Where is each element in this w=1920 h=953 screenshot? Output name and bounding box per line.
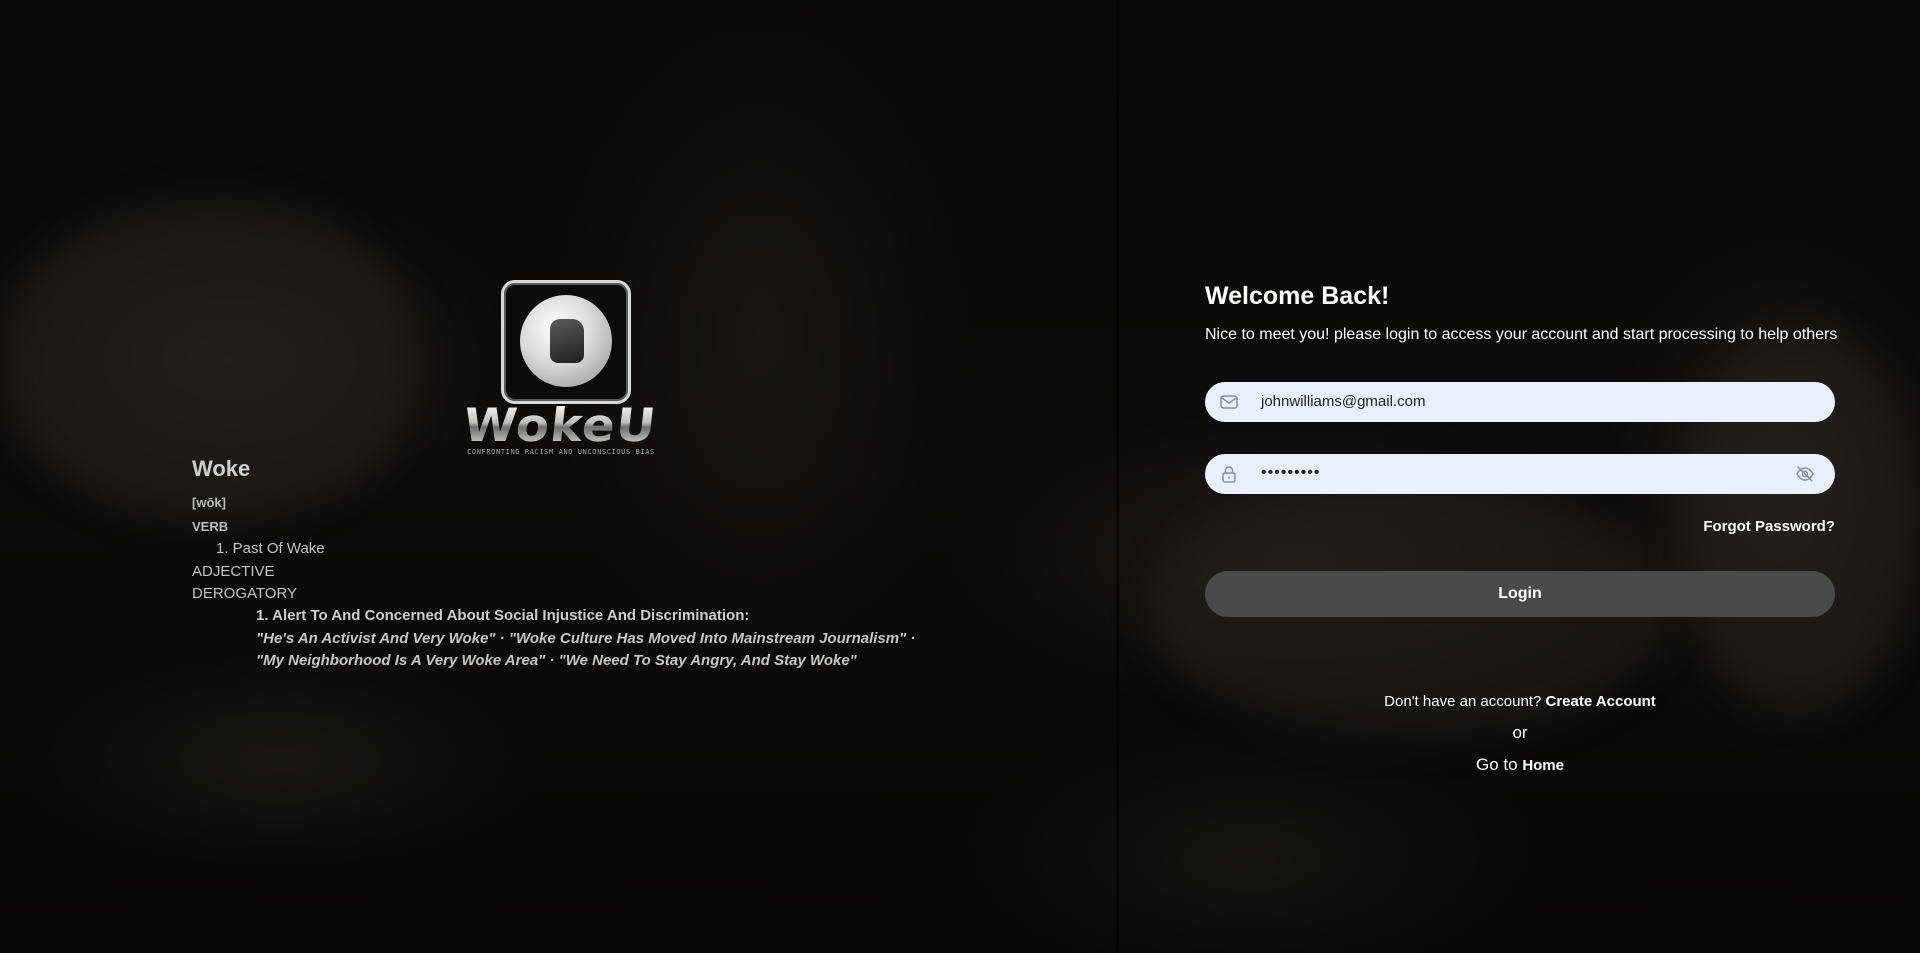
definition-sense-adjective: 1. Alert To And Concerned About Social I…: [256, 607, 750, 624]
login-button[interactable]: Login: [1205, 571, 1835, 617]
email-value[interactable]: johnwilliams@gmail.com: [1261, 393, 1425, 410]
password-value[interactable]: •••••••••: [1261, 464, 1320, 482]
forgot-password-link[interactable]: Forgot Password?: [1703, 518, 1835, 535]
mail-icon: [1219, 392, 1239, 412]
definition-pronunciation: [wōk]: [192, 495, 226, 510]
definition-adjective-label: ADJECTIVE: [192, 563, 275, 580]
home-link[interactable]: Home: [1522, 757, 1564, 774]
fist-icon: [520, 295, 612, 387]
create-account-prompt: Don't have an account? Create Account: [1205, 693, 1835, 710]
logo-tagline: CONFRONTING RACISM AND UNCONSCIOUS BIAS: [467, 448, 655, 456]
go-to-text: Go to: [1475, 755, 1518, 774]
logo-emblem: [501, 280, 631, 404]
go-home-prompt: Go to Home: [1205, 755, 1835, 775]
or-separator: or: [1512, 723, 1528, 742]
create-account-link[interactable]: Create Account: [1546, 693, 1656, 710]
wokeu-logo: WokeU CONFRONTING RACISM AND UNCONSCIOUS…: [455, 278, 665, 460]
panel-divider: [1116, 0, 1119, 953]
login-subtitle: Nice to meet you! please login to access…: [1205, 326, 1838, 343]
definition-examples-line-2: "My Neighborhood Is A Very Woke Area" · …: [256, 652, 857, 669]
password-field[interactable]: •••••••••: [1205, 454, 1835, 494]
definition-word: Woke: [192, 456, 251, 481]
logo-wordmark: WokeU: [447, 398, 673, 452]
eye-off-icon[interactable]: [1795, 465, 1815, 483]
definition-verb-label: VERB: [192, 519, 229, 534]
login-page: WokeU CONFRONTING RACISM AND UNCONSCIOUS…: [0, 0, 1920, 953]
no-account-text: Don't have an account?: [1384, 693, 1542, 710]
definition-derogatory-label: DEROGATORY: [192, 585, 298, 602]
login-title: Welcome Back!: [1205, 282, 1390, 310]
definition-examples-line-1: "He's An Activist And Very Woke" · "Woke…: [256, 630, 916, 647]
email-field[interactable]: johnwilliams@gmail.com: [1205, 382, 1835, 422]
lock-icon: [1219, 464, 1239, 484]
definition-sense-verb: 1. Past Of Wake: [216, 540, 325, 557]
